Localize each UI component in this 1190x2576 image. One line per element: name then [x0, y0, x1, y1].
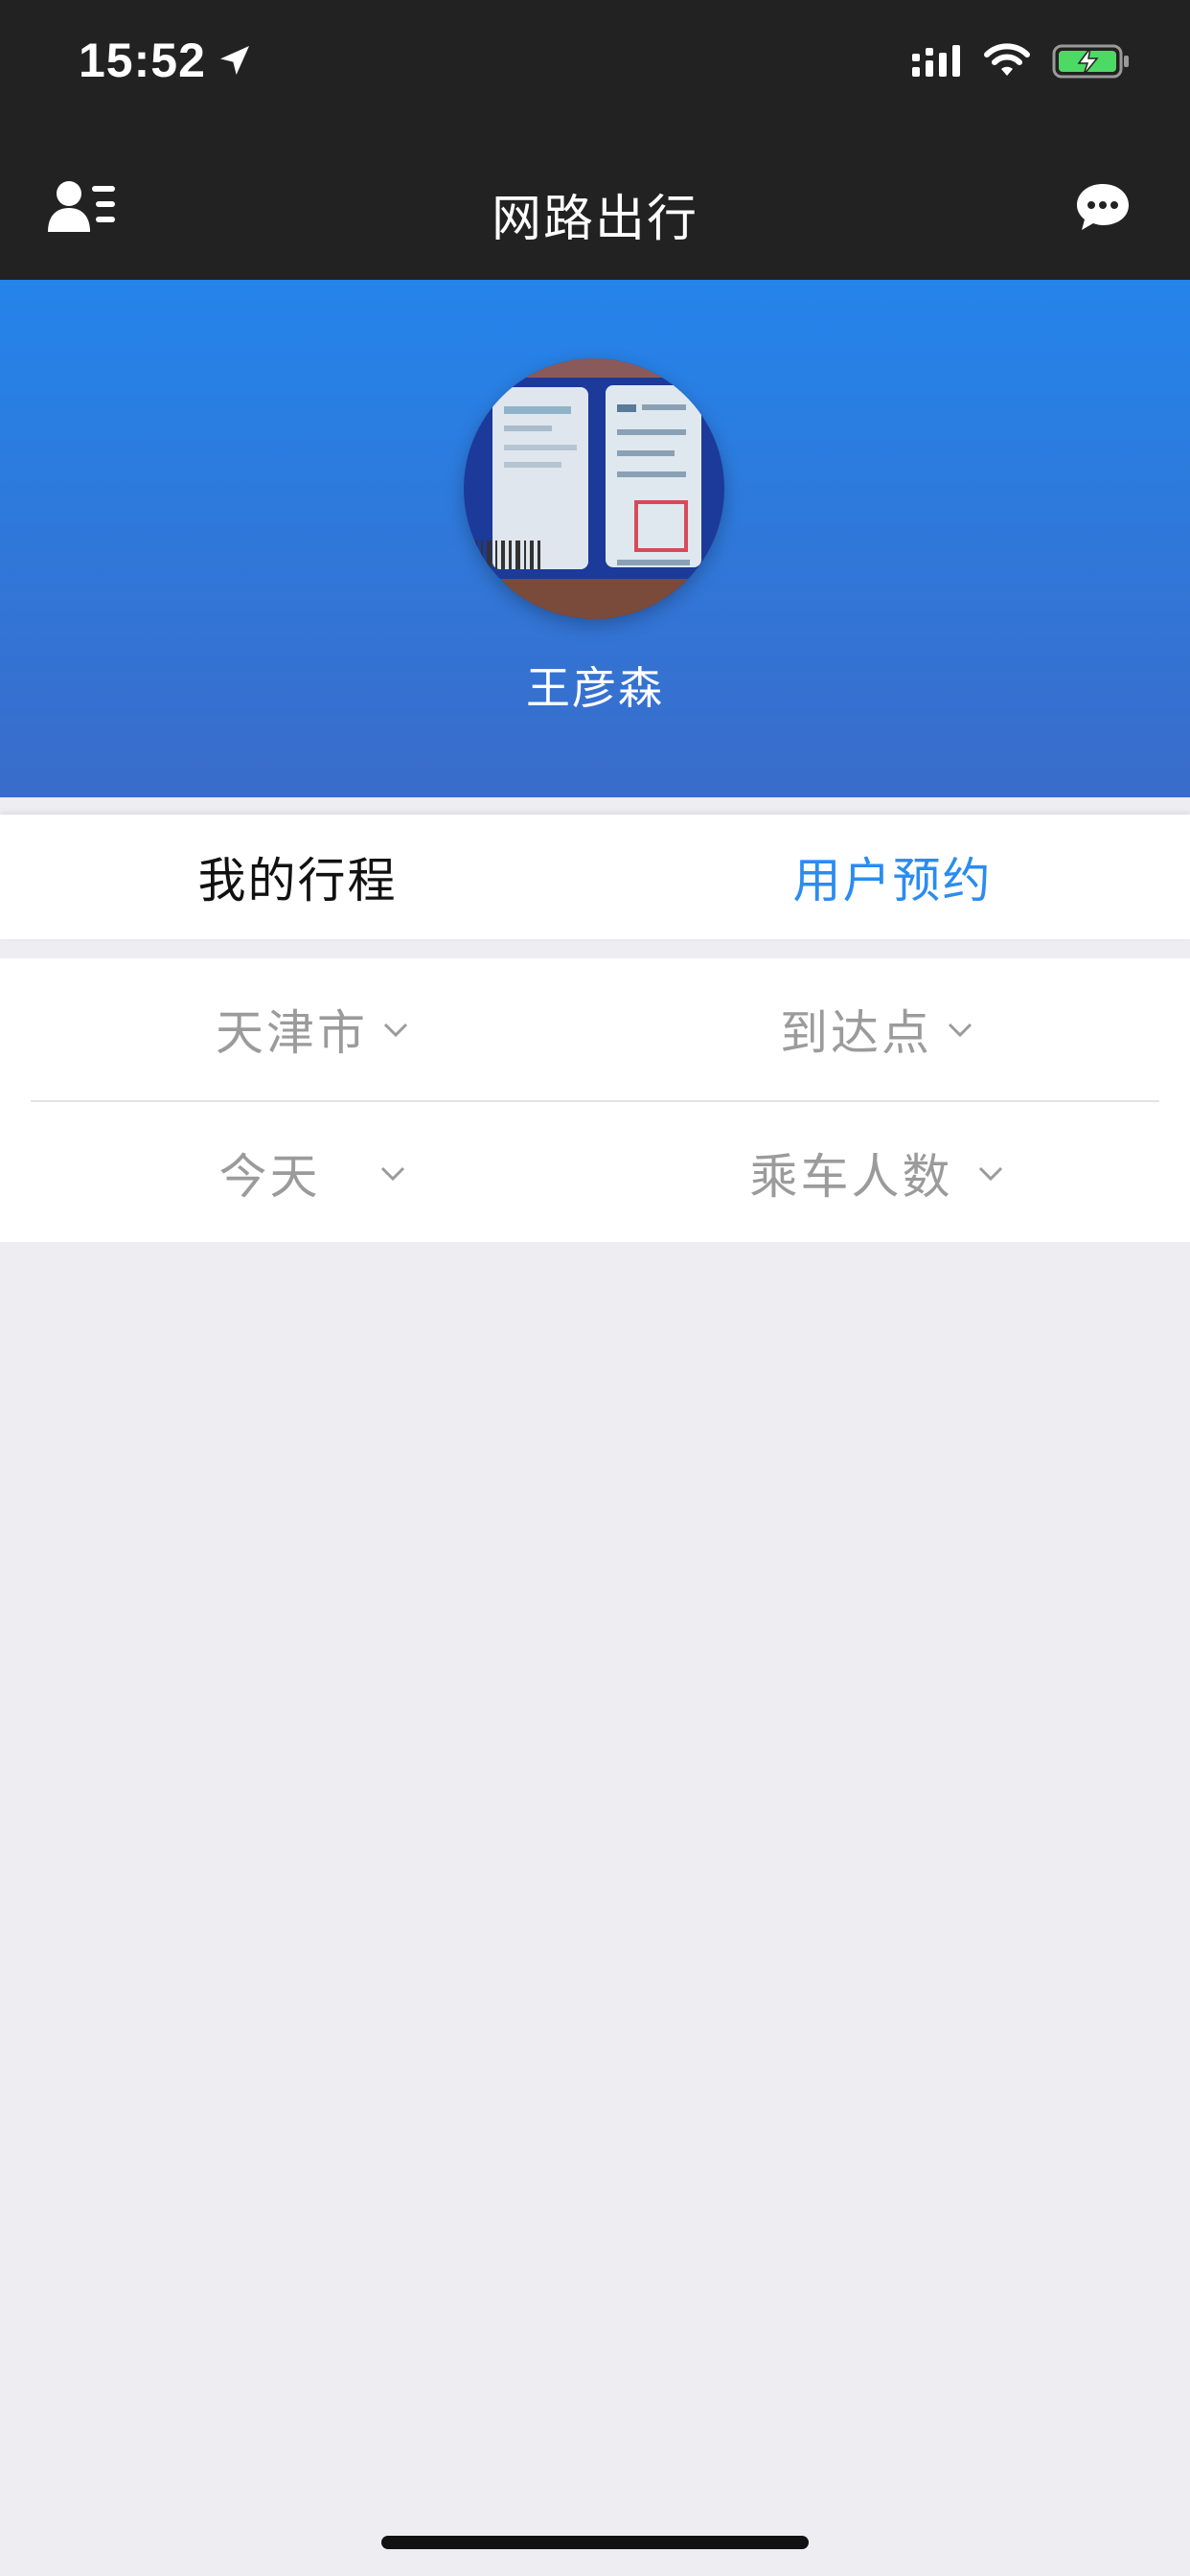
- home-indicator[interactable]: [381, 2536, 809, 2549]
- message-bubble-icon[interactable]: [1075, 182, 1131, 232]
- status-icons: [910, 42, 1131, 80]
- chevron-down-icon: [948, 1023, 973, 1038]
- date-label: 今天: [218, 1149, 321, 1205]
- avatar[interactable]: [464, 358, 724, 619]
- page-title: 网路出行: [491, 191, 698, 248]
- status-time: 15:52: [79, 33, 254, 88]
- filter-row-time: 今天 乘车人数: [31, 1102, 1159, 1244]
- location-arrow-icon: [219, 46, 249, 75]
- date-dropdown[interactable]: 今天: [31, 1102, 595, 1244]
- passenger-count-label: 乘车人数: [749, 1149, 953, 1205]
- status-bar: 15:52: [0, 0, 1190, 134]
- passenger-count-dropdown[interactable]: 乘车人数: [595, 1102, 1159, 1244]
- profile-header: 王彦森: [0, 280, 1190, 797]
- navigation-bar: 网路出行: [0, 134, 1190, 280]
- filter-row-location: 天津市 到达点: [31, 958, 1159, 1102]
- signal-icon: [912, 45, 960, 77]
- tab-my-trips[interactable]: 我的行程: [0, 815, 595, 939]
- tab-bar: 我的行程 用户预约: [0, 815, 1190, 939]
- tab-user-booking[interactable]: 用户预约: [595, 815, 1190, 939]
- user-name: 王彦森: [526, 662, 664, 714]
- departure-city-label: 天津市: [216, 1005, 368, 1061]
- battery-charging-icon: [1052, 44, 1129, 79]
- arrival-point-dropdown[interactable]: 到达点: [595, 958, 1159, 1100]
- departure-city-dropdown[interactable]: 天津市: [31, 958, 595, 1100]
- wifi-icon: [984, 43, 1030, 76]
- time-text: 15:52: [79, 34, 206, 87]
- chevron-down-icon: [380, 1166, 404, 1182]
- chevron-down-icon: [383, 1023, 408, 1038]
- chevron-down-icon: [978, 1166, 1002, 1182]
- arrival-point-label: 到达点: [780, 1005, 932, 1061]
- filter-panel: 天津市 到达点 今天 乘车人数: [0, 958, 1190, 1242]
